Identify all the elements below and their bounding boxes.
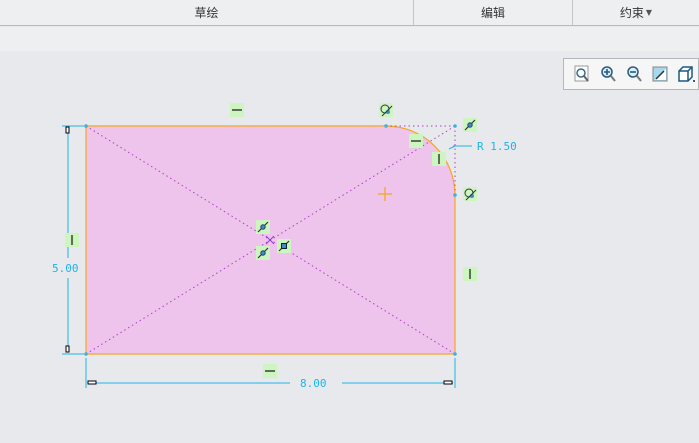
dimension-height[interactable]: 5.00 [52,262,79,275]
horizontal-constraint-icon[interactable] [230,103,244,117]
zoom-in-icon[interactable] [596,63,619,85]
horizontal-constraint-icon[interactable] [263,364,277,378]
midpoint-constraint-icon[interactable] [277,239,291,253]
tangent-constraint-icon[interactable] [379,103,393,117]
horizontal-constraint-icon[interactable] [409,134,423,148]
vertical-constraint-icon[interactable] [65,233,79,247]
tangent-constraint-icon[interactable] [463,187,477,201]
point-on-entity-constraint-icon[interactable] [256,246,270,260]
view-orientation-icon[interactable] [674,63,697,85]
zoom-fit-icon[interactable] [570,63,593,85]
vertical-constraint-icon[interactable] [432,152,446,166]
display-style-icon[interactable] [648,63,671,85]
dimension-radius[interactable]: R 1.50 [477,140,517,153]
vertical-constraint-icon[interactable] [463,267,477,281]
dimension-width[interactable]: 8.00 [300,377,327,390]
point-on-entity-constraint-icon[interactable] [463,118,477,132]
point-on-entity-constraint-icon[interactable] [256,220,270,234]
zoom-out-icon[interactable] [622,63,645,85]
view-toolbar [563,58,699,90]
